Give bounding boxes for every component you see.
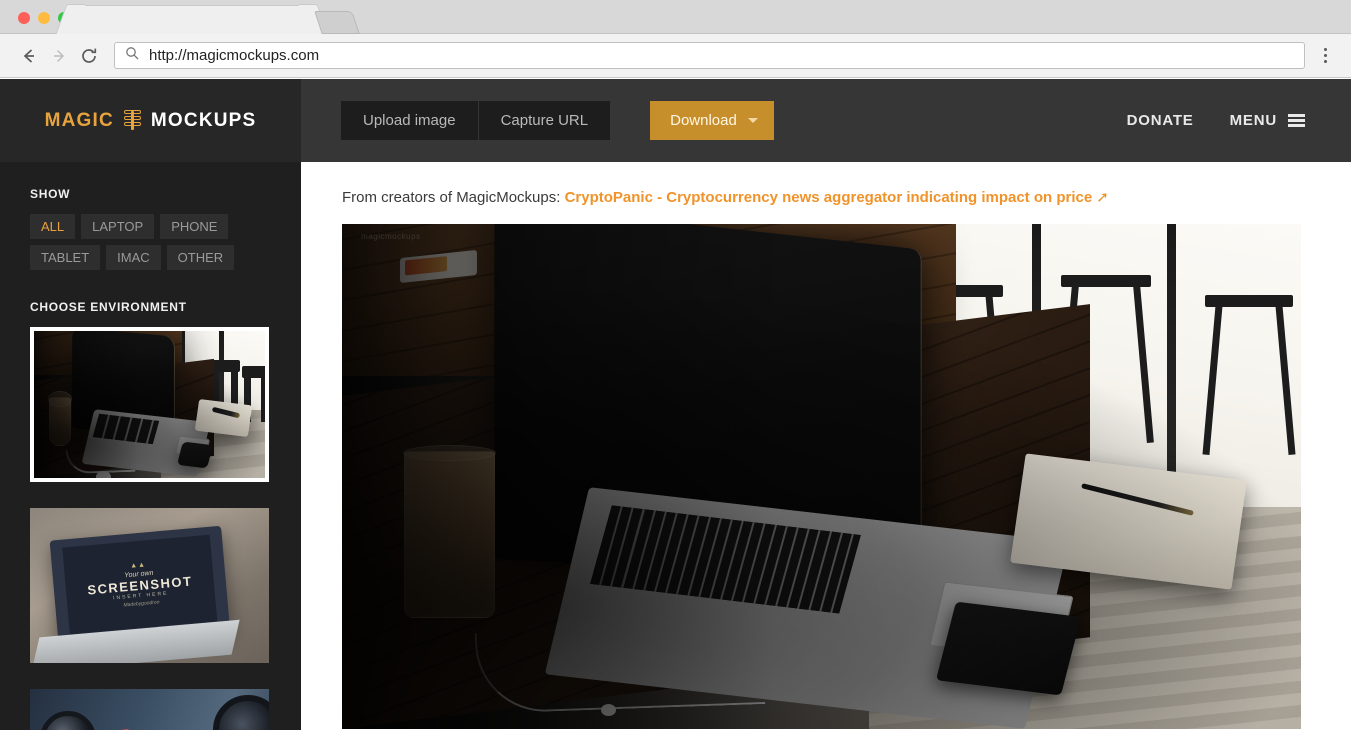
header-actions: Upload image Capture URL Download <box>341 101 774 140</box>
thumb-mountain-icon: ▲▲ <box>129 561 147 570</box>
app-header: MAGIC MOCKUPS Upload image Capture URL D… <box>0 79 1351 162</box>
thumbnail-image-cafe-laptop <box>34 331 265 478</box>
thumbnail-image-camera-tablet <box>30 689 269 730</box>
external-link-icon: ➚ <box>1096 189 1109 206</box>
preview-watermark: magicmockups <box>361 231 421 241</box>
filter-chip-laptop[interactable]: LAPTOP <box>81 214 155 239</box>
browser-tabstrip <box>0 0 1351 34</box>
filter-chip-phone[interactable]: PHONE <box>160 214 229 239</box>
cryptopanic-link[interactable]: CryptoPanic - Cryptocurrency news aggreg… <box>565 189 1093 206</box>
promo-prefix: From creators of MagicMockups: <box>342 189 561 206</box>
filter-chip-other[interactable]: OTHER <box>166 245 235 270</box>
new-tab-button[interactable] <box>314 11 360 34</box>
hamburger-icon <box>1288 114 1305 127</box>
environment-thumbnail-camera-tablet[interactable] <box>30 689 269 730</box>
back-arrow-icon[interactable] <box>14 41 44 71</box>
forward-arrow-icon <box>44 41 74 71</box>
capture-url-button[interactable]: Capture URL <box>478 101 611 140</box>
browser-toolbar: http://magicmockups.com <box>0 34 1351 78</box>
menu-label: MENU <box>1229 112 1277 129</box>
reload-icon[interactable] <box>74 41 104 71</box>
choose-environment-label: CHOOSE ENVIRONMENT <box>30 300 187 314</box>
browser-window: http://magicmockups.com MAGIC MOCKUPS Up… <box>0 0 1351 730</box>
filter-chip-group: ALL LAPTOP PHONE TABLET IMAC OTHER <box>30 214 271 270</box>
thumbnail-image-macbook-flatlay: ▲▲ Your own SCREENSHOT INSERT HERE Madeb… <box>30 508 269 663</box>
kebab-menu-icon[interactable] <box>1313 48 1337 63</box>
thumb2-line4: Madebygoodron <box>123 599 160 609</box>
promo-banner: From creators of MagicMockups: CryptoPan… <box>342 188 1351 206</box>
address-bar-url: http://magicmockups.com <box>149 47 320 64</box>
magicmockups-app: MAGIC MOCKUPS Upload image Capture URL D… <box>0 79 1351 730</box>
chevron-down-icon <box>747 118 758 123</box>
mockup-preview-image[interactable]: magicmockups <box>342 224 1301 729</box>
logo-text-mockups: MOCKUPS <box>150 109 257 131</box>
filter-chip-imac[interactable]: IMAC <box>106 245 161 270</box>
filter-chip-all[interactable]: ALL <box>30 214 76 239</box>
logo-text-magic: MAGIC <box>44 109 114 131</box>
minimize-window-button[interactable] <box>38 12 50 24</box>
browser-tab[interactable] <box>72 5 312 34</box>
donate-link[interactable]: DONATE <box>1127 112 1194 129</box>
environment-thumbnail-list: ▲▲ Your own SCREENSHOT INSERT HERE Madeb… <box>30 327 271 730</box>
sidebar: SHOW ALL LAPTOP PHONE TABLET IMAC OTHER … <box>0 162 301 730</box>
environment-thumbnail-cafe-laptop[interactable] <box>30 327 269 482</box>
app-logo[interactable]: MAGIC MOCKUPS <box>0 79 301 162</box>
environment-thumbnail-macbook-flatlay[interactable]: ▲▲ Your own SCREENSHOT INSERT HERE Madeb… <box>30 508 269 663</box>
header-right-nav: DONATE MENU <box>1127 112 1351 129</box>
mockups-logo-icon <box>123 110 141 131</box>
filter-chip-tablet[interactable]: TABLET <box>30 245 101 270</box>
menu-button[interactable]: MENU <box>1230 112 1305 129</box>
address-bar[interactable]: http://magicmockups.com <box>114 42 1305 69</box>
show-section-label: SHOW <box>30 187 71 201</box>
download-button-label: Download <box>670 112 737 129</box>
close-window-button[interactable] <box>18 12 30 24</box>
main-content: From creators of MagicMockups: CryptoPan… <box>301 162 1351 730</box>
download-button[interactable]: Download <box>650 101 774 140</box>
upload-image-button[interactable]: Upload image <box>341 101 478 140</box>
search-icon <box>125 46 139 65</box>
